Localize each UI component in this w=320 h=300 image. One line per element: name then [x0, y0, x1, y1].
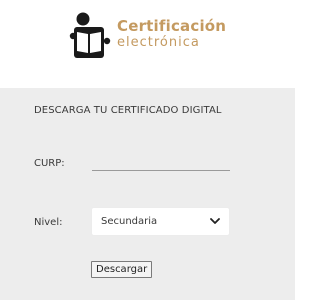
- chevron-down-icon: [210, 218, 220, 224]
- curp-input[interactable]: [92, 152, 230, 171]
- page: Certificación electrónica DESCARGA TU CE…: [0, 0, 295, 300]
- header: Certificación electrónica: [0, 0, 295, 88]
- form-heading: DESCARGA TU CERTIFICADO DIGITAL: [34, 105, 222, 116]
- logo-title: Certificación: [117, 17, 227, 35]
- reader-with-book-icon: [69, 12, 111, 58]
- logo-subtitle: electrónica: [117, 35, 200, 50]
- nivel-select[interactable]: Secundaria: [91, 207, 230, 236]
- download-form: DESCARGA TU CERTIFICADO DIGITAL CURP: Ni…: [0, 88, 295, 300]
- download-button[interactable]: Descargar: [91, 261, 153, 278]
- nivel-selected-value: Secundaria: [101, 216, 158, 227]
- nivel-label: Nivel:: [34, 217, 63, 228]
- curp-label: CURP:: [34, 158, 65, 169]
